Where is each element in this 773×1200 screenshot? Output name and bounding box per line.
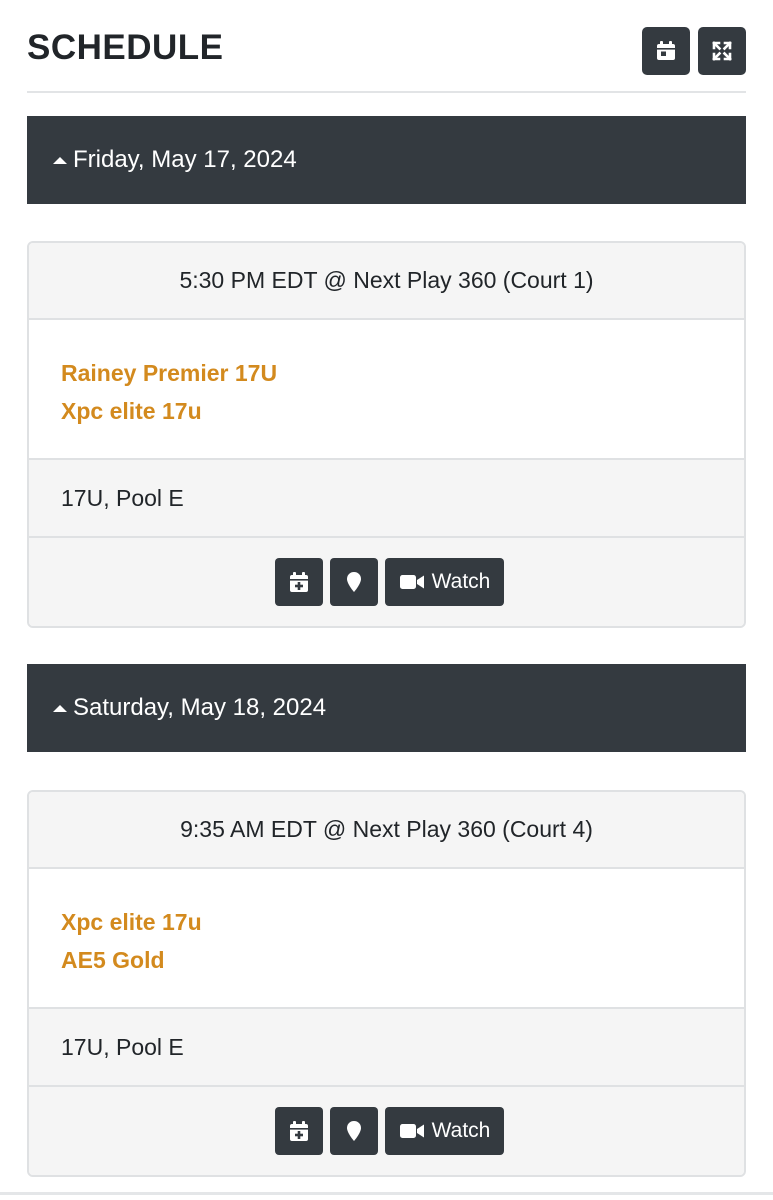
location-button[interactable]	[329, 1107, 378, 1155]
game-pool: 17U, Pool E	[29, 1009, 744, 1087]
team-link[interactable]: Rainey Premier 17U	[61, 354, 744, 392]
video-camera-icon	[399, 575, 424, 589]
calendar-button[interactable]	[642, 27, 690, 75]
map-marker-icon	[346, 1121, 361, 1141]
add-to-calendar-button[interactable]	[274, 558, 323, 606]
calendar-plus-icon	[289, 1121, 308, 1141]
game-card: 5:30 PM EDT @ Next Play 360 (Court 1) Ra…	[27, 241, 746, 628]
schedule-header: SCHEDULE	[27, 0, 746, 93]
game-pool: 17U, Pool E	[29, 460, 744, 538]
team-link[interactable]: Xpc elite 17u	[61, 903, 744, 941]
game-actions: Watch	[29, 538, 744, 626]
caret-up-icon	[53, 704, 67, 712]
map-marker-icon	[346, 572, 361, 592]
fullscreen-button[interactable]	[698, 27, 746, 75]
watch-button[interactable]: Watch	[384, 1107, 505, 1155]
page-title: SCHEDULE	[27, 28, 224, 67]
video-camera-icon	[399, 1124, 424, 1138]
schedule-page: SCHEDULE Friday, May 17, 2024 5:30 PM ED…	[0, 0, 773, 1200]
day-header[interactable]: Friday, May 17, 2024	[27, 116, 746, 204]
game-teams: Xpc elite 17u AE5 Gold	[29, 869, 744, 1009]
day-label: Friday, May 17, 2024	[73, 146, 297, 173]
watch-label: Watch	[431, 1119, 491, 1142]
game-actions: Watch	[29, 1087, 744, 1175]
day-header[interactable]: Saturday, May 18, 2024	[27, 664, 746, 752]
day-label: Saturday, May 18, 2024	[73, 694, 327, 721]
game-time-location: 5:30 PM EDT @ Next Play 360 (Court 1)	[29, 243, 744, 320]
team-link[interactable]: Xpc elite 17u	[61, 392, 744, 430]
add-to-calendar-button[interactable]	[274, 1107, 323, 1155]
caret-up-icon	[53, 156, 67, 164]
game-card: 9:35 AM EDT @ Next Play 360 (Court 4) Xp…	[27, 790, 746, 1177]
expand-icon	[712, 41, 732, 61]
game-teams: Rainey Premier 17U Xpc elite 17u	[29, 320, 744, 460]
calendar-plus-icon	[289, 572, 308, 592]
location-button[interactable]	[329, 558, 378, 606]
watch-label: Watch	[431, 570, 491, 593]
calendar-icon	[657, 41, 675, 60]
watch-button[interactable]: Watch	[384, 558, 505, 606]
bottom-divider	[0, 1192, 773, 1195]
team-link[interactable]: AE5 Gold	[61, 941, 744, 979]
game-time-location: 9:35 AM EDT @ Next Play 360 (Court 4)	[29, 792, 744, 869]
